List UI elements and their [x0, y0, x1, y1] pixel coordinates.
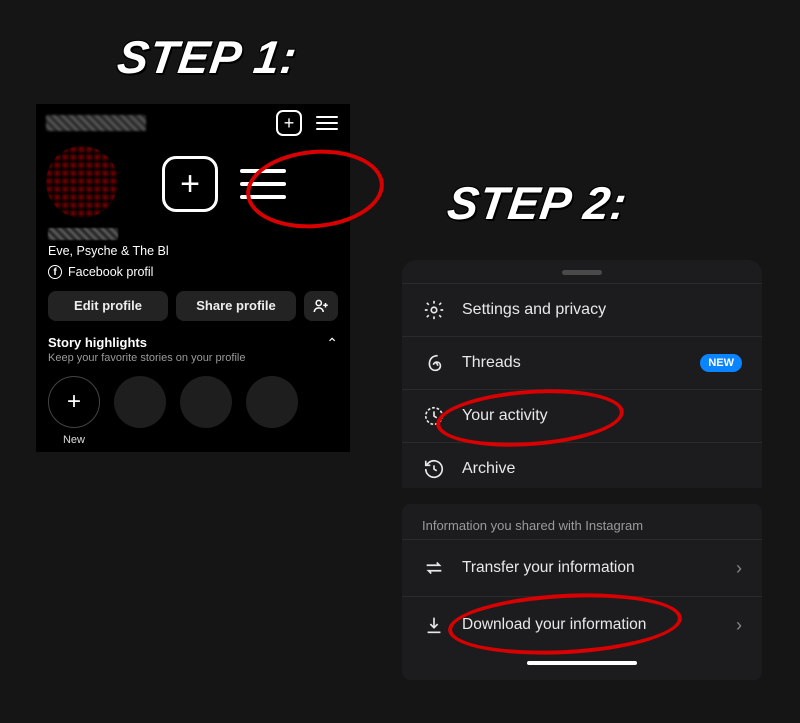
menu-archive[interactable]: Archive: [402, 442, 762, 488]
highlight-placeholder: [180, 376, 232, 428]
transfer-icon: [422, 556, 446, 580]
highlight-placeholder: [114, 376, 166, 428]
create-post-icon[interactable]: +: [276, 110, 302, 136]
highlight-placeholder: [246, 376, 298, 428]
row-label: Transfer your information: [462, 559, 635, 577]
username-blurred: [46, 115, 146, 131]
profile-bio: Eve, Psyche & The Bl f Facebook profil: [36, 228, 350, 281]
new-highlight-label: New: [48, 434, 100, 446]
edit-profile-button[interactable]: Edit profile: [48, 291, 168, 321]
download-info-screen: Information you shared with Instagram Tr…: [402, 504, 762, 680]
threads-icon: [422, 351, 446, 375]
menu-item-label: Settings and privacy: [462, 301, 606, 319]
menu-icon[interactable]: [316, 116, 338, 130]
archive-icon: [422, 457, 446, 481]
avatar[interactable]: [46, 146, 118, 218]
facebook-link-text: Facebook profil: [68, 264, 153, 281]
menu-item-label: Archive: [462, 460, 515, 478]
username-container[interactable]: [46, 115, 146, 131]
highlights-header[interactable]: Story highlights Keep your favorite stor…: [48, 335, 338, 364]
discover-people-button[interactable]: [304, 291, 338, 321]
chevron-right-icon: ›: [736, 558, 742, 579]
highlights-title: Story highlights: [48, 335, 246, 350]
share-profile-button[interactable]: Share profile: [176, 291, 296, 321]
plus-icon: +: [284, 114, 295, 132]
step-2-label: STEP 2:: [444, 176, 631, 230]
menu-sheet: Settings and privacy Threads NEW Your ac…: [402, 260, 762, 488]
facebook-profile-link[interactable]: f Facebook profil: [48, 264, 338, 281]
chevron-right-icon: ›: [736, 615, 742, 636]
sheet-handle[interactable]: [562, 270, 602, 275]
create-post-icon-large: +: [162, 156, 218, 212]
plus-icon: +: [180, 167, 200, 201]
download-icon: [422, 613, 446, 637]
menu-settings-privacy[interactable]: Settings and privacy: [402, 283, 762, 336]
display-name-blurred: [48, 228, 118, 240]
chevron-up-icon: ⌃: [326, 335, 338, 352]
highlights-subtitle: Keep your favorite stories on your profi…: [48, 352, 246, 364]
transfer-information-row[interactable]: Transfer your information ›: [402, 539, 762, 596]
new-highlight-button[interactable]: +: [48, 376, 100, 428]
add-people-icon: [312, 297, 330, 315]
home-indicator: [527, 661, 637, 665]
menu-item-label: Threads: [462, 354, 521, 372]
plus-icon: +: [67, 388, 81, 416]
new-badge: NEW: [700, 354, 742, 372]
step-1-label: STEP 1:: [114, 30, 301, 84]
bio-text: Eve, Psyche & The Bl: [48, 243, 338, 260]
section-caption: Information you shared with Instagram: [402, 518, 762, 539]
facebook-icon: f: [48, 265, 62, 279]
gear-icon: [422, 298, 446, 322]
profile-topbar: +: [36, 104, 350, 142]
menu-threads[interactable]: Threads NEW: [402, 336, 762, 389]
